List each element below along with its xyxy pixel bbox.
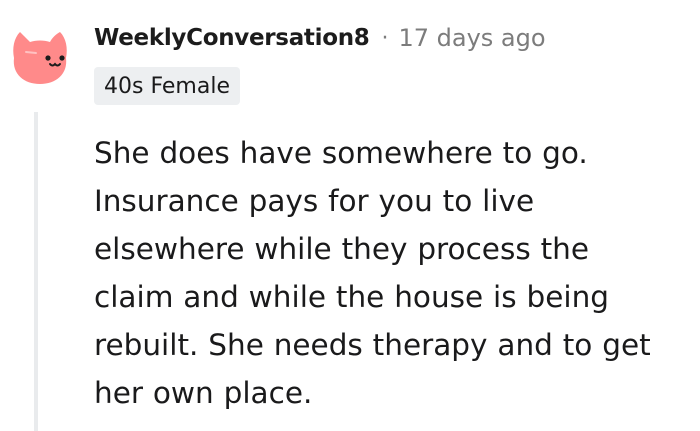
comment-text-line: claim and while the house is being	[94, 280, 609, 314]
comment-timestamp[interactable]: 17 days ago	[398, 24, 545, 52]
user-flair: 40s Female	[94, 67, 240, 105]
comment-text-line: elsewhere while they process the	[94, 232, 589, 266]
comment-text-line: Insurance pays for you to live	[94, 184, 535, 218]
meta-separator: ·	[381, 25, 389, 51]
comment-text-line: her own place.	[94, 376, 313, 410]
pink-cat-avatar-icon	[13, 32, 67, 84]
thread-line[interactable]	[34, 112, 38, 431]
comment-body: She does have somewhere to go. Insurance…	[94, 129, 690, 417]
avatar[interactable]	[6, 26, 72, 88]
comment-text-line: She does have somewhere to go.	[94, 136, 588, 170]
comment-header: WeeklyConversation8 · 17 days ago	[94, 20, 546, 56]
comment-author-link[interactable]: WeeklyConversation8	[94, 25, 370, 51]
comment-text-line: rebuilt. She needs therapy and to get	[94, 328, 651, 362]
